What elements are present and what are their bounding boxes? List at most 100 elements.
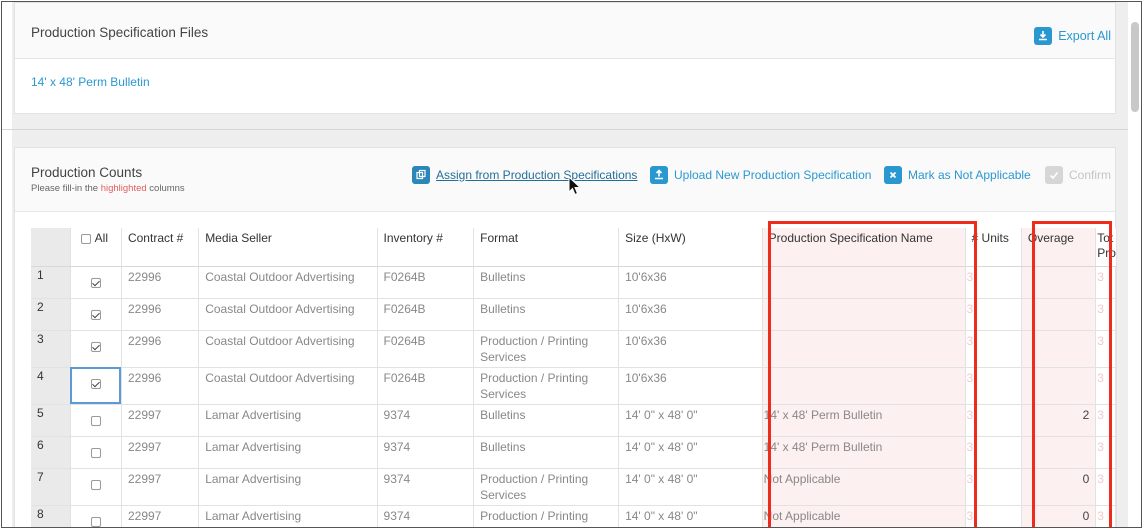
size-cell: 10'6x36 bbox=[618, 298, 763, 331]
format-cell: Production / Printing Services bbox=[473, 367, 620, 405]
contract-cell: 22997 bbox=[121, 468, 200, 506]
overage-cell[interactable]: 2 bbox=[1021, 404, 1097, 437]
download-icon bbox=[1034, 27, 1053, 45]
inventory-cell: F0264B bbox=[377, 330, 475, 368]
row-number: 6 bbox=[31, 436, 71, 469]
overage-cell[interactable] bbox=[1021, 367, 1097, 405]
row-checkbox[interactable] bbox=[90, 448, 101, 459]
row-number: 1 bbox=[31, 266, 71, 299]
subtitle-text: columns bbox=[146, 183, 185, 194]
size-cell: 10'6x36 bbox=[618, 367, 763, 405]
spec-name-cell[interactable]: 14' x 48' Perm Bulletin bbox=[762, 404, 966, 437]
spec-name-cell[interactable] bbox=[762, 298, 966, 331]
units-cell: 3 bbox=[965, 367, 1022, 405]
subtitle-text: Please fill-in the bbox=[31, 183, 101, 194]
export-all-button[interactable]: Export All bbox=[1034, 27, 1111, 45]
assign-from-specs-button[interactable]: Assign from Production Specifications bbox=[412, 166, 637, 184]
format-cell: Bulletins bbox=[473, 436, 620, 469]
overage-cell[interactable] bbox=[1021, 330, 1097, 368]
inventory-cell: 9374 bbox=[377, 436, 475, 469]
overage-cell[interactable] bbox=[1021, 266, 1097, 299]
section-divider bbox=[2, 129, 1128, 130]
total-header: Tot Pro bbox=[1095, 228, 1117, 267]
spec-name-cell[interactable]: Not Applicable bbox=[762, 505, 966, 527]
table-row[interactable]: 4 22996 Coastal Outdoor Advertising F0264B P… bbox=[31, 367, 1117, 405]
spec-name-cell[interactable] bbox=[762, 266, 966, 299]
row-number: 8 bbox=[31, 505, 71, 527]
overage-cell[interactable]: 0 bbox=[1021, 468, 1097, 506]
select-all-label: All bbox=[94, 231, 109, 246]
media-seller-cell: Lamar Advertising bbox=[198, 505, 378, 527]
row-select-cell[interactable] bbox=[70, 505, 122, 527]
panel-subtitle: Please fill-in the highlighted columns bbox=[31, 183, 185, 194]
row-number: 4 bbox=[31, 367, 71, 405]
table-row[interactable]: 3 22996 Coastal Outdoor Advertising F0264B P… bbox=[31, 330, 1117, 368]
format-cell: Production / Printing Services bbox=[473, 330, 620, 368]
total-cell: 3 bbox=[1095, 468, 1117, 506]
close-icon bbox=[884, 166, 902, 184]
spec-name-header: Production Specification Name bbox=[762, 228, 966, 267]
spec-file-link[interactable]: 14' x 48' Perm Bulletin bbox=[31, 75, 150, 89]
media-seller-header: Media Seller bbox=[198, 228, 378, 267]
panel-title: Production Counts bbox=[31, 165, 143, 180]
inventory-cell: 9374 bbox=[377, 404, 475, 437]
spec-name-cell[interactable] bbox=[762, 330, 966, 368]
row-checkbox[interactable] bbox=[90, 278, 101, 289]
spec-name-cell[interactable]: Not Applicable bbox=[762, 468, 966, 506]
table-header-row: All Contract # Media Seller Inventory # … bbox=[31, 228, 1117, 267]
row-select-cell[interactable] bbox=[70, 266, 122, 299]
media-seller-cell: Lamar Advertising bbox=[198, 468, 378, 506]
upload-label: Upload New Production Specification bbox=[674, 168, 872, 182]
row-checkbox[interactable] bbox=[90, 480, 101, 491]
overage-cell[interactable] bbox=[1021, 436, 1097, 469]
row-checkbox[interactable] bbox=[90, 416, 101, 427]
total-cell: 3 bbox=[1095, 367, 1117, 405]
row-checkbox[interactable] bbox=[90, 379, 101, 390]
panel-header: Production Counts Please fill-in the hig… bbox=[15, 148, 1115, 212]
inventory-cell: F0264B bbox=[377, 266, 475, 299]
upload-icon bbox=[650, 166, 668, 184]
row-number: 5 bbox=[31, 404, 71, 437]
contract-header: Contract # bbox=[121, 228, 200, 267]
mark-label: Mark as Not Applicable bbox=[908, 168, 1031, 182]
total-cell: 3 bbox=[1095, 436, 1117, 469]
spec-name-cell[interactable]: 14' x 48' Perm Bulletin bbox=[762, 436, 966, 469]
table-row[interactable]: 1 22996 Coastal Outdoor Advertising F0264B B… bbox=[31, 266, 1117, 299]
inventory-cell: F0264B bbox=[377, 298, 475, 331]
row-select-cell[interactable] bbox=[70, 404, 122, 437]
confirm-button[interactable]: Confirm bbox=[1045, 166, 1111, 184]
row-select-cell[interactable] bbox=[70, 468, 122, 506]
table-row[interactable]: 2 22996 Coastal Outdoor Advertising F0264B B… bbox=[31, 298, 1117, 331]
panel-title: Production Specification Files bbox=[31, 25, 209, 40]
total-cell: 3 bbox=[1095, 298, 1117, 331]
format-cell: Production / Printing Services bbox=[473, 468, 620, 506]
contract-cell: 22996 bbox=[121, 367, 200, 405]
overage-cell[interactable]: 0 bbox=[1021, 505, 1097, 527]
scrollbar-thumb[interactable] bbox=[1131, 22, 1139, 112]
upload-spec-button[interactable]: Upload New Production Specification bbox=[650, 166, 871, 184]
row-checkbox[interactable] bbox=[90, 310, 101, 321]
row-checkbox[interactable] bbox=[90, 517, 101, 527]
table-row[interactable]: 6 22997 Lamar Advertising 9374 Bulletins 14' … bbox=[31, 436, 1117, 469]
media-seller-cell: Coastal Outdoor Advertising bbox=[198, 367, 378, 405]
units-cell: 3 bbox=[965, 505, 1022, 527]
size-cell: 14' 0" x 48' 0" bbox=[618, 404, 763, 437]
table-row[interactable]: 8 22997 Lamar Advertising 9374 Production / … bbox=[31, 505, 1117, 527]
row-checkbox[interactable] bbox=[90, 342, 101, 353]
units-cell: 3 bbox=[965, 298, 1022, 331]
select-all-header[interactable]: All bbox=[70, 228, 122, 267]
select-all-checkbox[interactable] bbox=[80, 233, 91, 244]
confirm-label: Confirm bbox=[1069, 168, 1112, 182]
contract-cell: 22996 bbox=[121, 330, 200, 368]
row-select-cell[interactable] bbox=[70, 298, 122, 331]
row-select-cell[interactable] bbox=[70, 436, 122, 469]
row-select-cell[interactable] bbox=[70, 367, 122, 405]
spec-name-cell[interactable] bbox=[762, 367, 966, 405]
mark-not-applicable-button[interactable]: Mark as Not Applicable bbox=[884, 166, 1031, 184]
overage-cell[interactable] bbox=[1021, 298, 1097, 331]
table-row[interactable]: 7 22997 Lamar Advertising 9374 Production / … bbox=[31, 468, 1117, 506]
units-cell: 3 bbox=[965, 330, 1022, 368]
table-row[interactable]: 5 22997 Lamar Advertising 9374 Bulletins 14' … bbox=[31, 404, 1117, 437]
contract-cell: 22997 bbox=[121, 505, 200, 527]
row-select-cell[interactable] bbox=[70, 330, 122, 368]
